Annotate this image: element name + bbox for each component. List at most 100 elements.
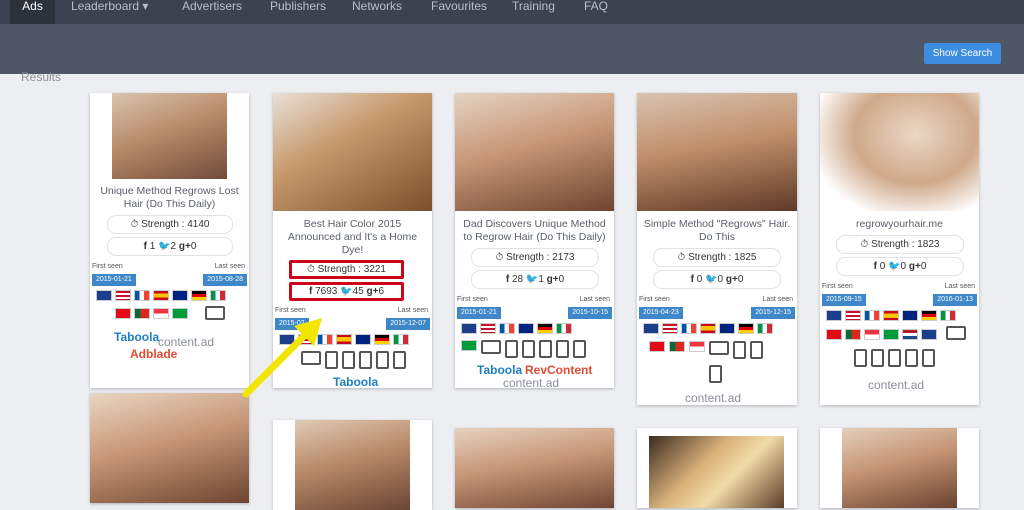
fr-flag-icon [134,290,150,301]
pt-flag-icon [134,308,150,319]
au-flag-icon [719,323,735,334]
ad-thumbnail[interactable] [455,93,614,211]
es-flag-icon [336,334,352,345]
nav-ads[interactable]: Ads [10,0,55,24]
android-icon [709,365,722,383]
twitter-count: 2 [170,241,177,252]
ad-card[interactable] [455,428,614,508]
tablet-icon [854,349,867,367]
social-counts: f 0 🐦0 g+0 [653,270,781,289]
de-flag-icon [738,323,754,334]
first-seen-label: First seen [275,307,306,314]
nav-label: Networks [352,0,403,13]
phone-icon [750,341,763,359]
chevron-down-icon: ▾ [142,0,149,13]
ad-card[interactable] [820,428,979,508]
ad-thumbnail[interactable] [820,93,979,211]
android-icon [922,349,935,367]
ad-title[interactable]: regrowyourhair.me [824,218,975,231]
country-flags [461,323,572,334]
facebook-icon: f [308,286,313,297]
us-flag-icon [845,310,861,321]
show-search-button[interactable]: Show Search [924,43,1001,64]
network-revcontent: RevContent [525,363,593,377]
twitter-count: 1 [538,274,544,285]
pt-flag-icon [669,341,685,352]
strength-badge: ⏱ Strength : 4140 [107,215,233,234]
ad-title[interactable]: Simple Method "Regrows" Hair. Do This [641,218,793,244]
nav-label: Favourites [431,0,488,13]
ad-card[interactable]: Dad Discovers Unique Method to Regrow Ha… [455,93,614,388]
it-flag-icon [940,310,956,321]
nl-flag-icon [902,329,918,340]
uk-flag-icon [461,323,477,334]
android-icon [573,340,586,358]
device-icons [649,341,763,359]
clock-icon: ⏱ [307,264,315,275]
nav-label: Leaderboard [71,0,140,13]
googleplus-count: 0 [920,261,927,272]
last-seen-date: 2015-08-28 [203,274,247,286]
ad-title[interactable]: Unique Method Regrows Lost Hair (Do This… [94,185,245,211]
ad-thumbnail[interactable] [455,428,614,508]
de-flag-icon [191,290,207,301]
tablet-icon [733,341,746,359]
ad-card[interactable]: regrowyourhair.me ⏱ Strength : 1823 f 0 … [820,93,979,405]
nav-training[interactable]: Training [512,0,555,24]
twitter-icon: 🐦 [888,261,901,272]
ad-card[interactable] [90,393,249,503]
nav-faq[interactable]: FAQ [584,0,608,24]
sg-flag-icon [689,341,705,352]
ad-thumbnail[interactable] [637,93,797,211]
ad-thumbnail[interactable] [273,93,432,211]
nav-leaderboard[interactable]: Leaderboard ▾ [71,0,148,24]
top-navbar: Ads Leaderboard ▾ Advertisers Publishers… [0,0,1024,24]
phone-icon [342,351,355,369]
ad-thumbnail[interactable] [842,428,957,508]
twitter-count: 0 [900,261,907,272]
first-seen-label: First seen [822,283,853,290]
uk-flag-icon [826,310,842,321]
first-seen-date: 2015-04-23 [639,307,683,319]
annotation-arrow [242,318,322,398]
au-flag-icon [518,323,534,334]
twitter-count: 0 [717,274,724,285]
au-flag-icon [172,290,188,301]
ad-card[interactable]: Unique Method Regrows Lost Hair (Do This… [90,93,249,388]
network-contentad: content.ad [685,391,742,405]
ad-title[interactable]: Best Hair Color 2015 Announced and It's … [277,218,428,257]
social-counts: f 28 🐦1 g+0 [471,270,599,289]
fr-flag-icon [864,310,880,321]
ad-thumbnail[interactable] [90,393,249,503]
facebook-count: 0 [696,274,703,285]
ad-thumbnail[interactable] [112,93,227,179]
uk-flag-icon [96,290,112,301]
nav-advertisers[interactable]: Advertisers [182,0,242,24]
fr-flag-icon [681,323,697,334]
de-flag-icon [537,323,553,334]
strength-badge: ⏱ Strength : 2173 [471,248,599,267]
ad-card[interactable] [637,428,797,508]
us-flag-icon [662,323,678,334]
pt-flag-icon [845,329,861,340]
tablet-icon [888,349,901,367]
tablet-icon [359,351,372,369]
nav-publishers[interactable]: Publishers [270,0,326,24]
twitter-icon: 🐦 [158,241,171,252]
country-flags [643,323,773,334]
first-seen-label: First seen [457,296,488,303]
first-seen-label: First seen [92,263,123,270]
tablet-icon [505,340,518,358]
googleplus-count: 0 [737,274,744,285]
ad-thumbnail[interactable] [649,436,784,508]
social-counts: f 0 🐦0 g+0 [836,257,964,276]
ad-title[interactable]: Dad Discovers Unique Method to Regrow Ha… [459,218,610,244]
facebook-count: 1 [149,241,156,252]
ad-card[interactable]: Simple Method "Regrows" Hair. Do This ⏱ … [637,93,797,405]
nav-networks[interactable]: Networks [352,0,402,24]
search-bar-area [0,24,1024,74]
last-seen-label: Last seen [397,307,428,314]
clock-icon: ⏱ [677,252,686,263]
googleplus-icon: g+ [546,274,559,285]
nav-favourites[interactable]: Favourites [431,0,487,24]
